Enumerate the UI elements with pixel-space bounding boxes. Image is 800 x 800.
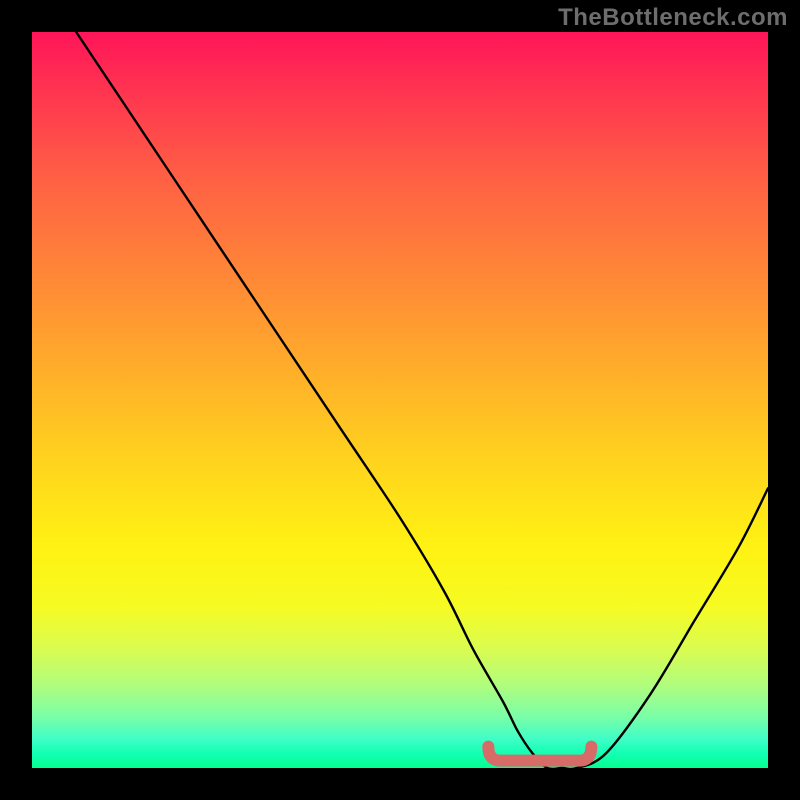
chart-svg xyxy=(32,32,768,768)
optimal-range-marker xyxy=(488,747,591,761)
watermark-text: TheBottleneck.com xyxy=(558,4,788,32)
chart-container: TheBottleneck.com xyxy=(0,0,800,800)
plot-area xyxy=(32,32,768,768)
bottleneck-curve xyxy=(76,32,768,768)
